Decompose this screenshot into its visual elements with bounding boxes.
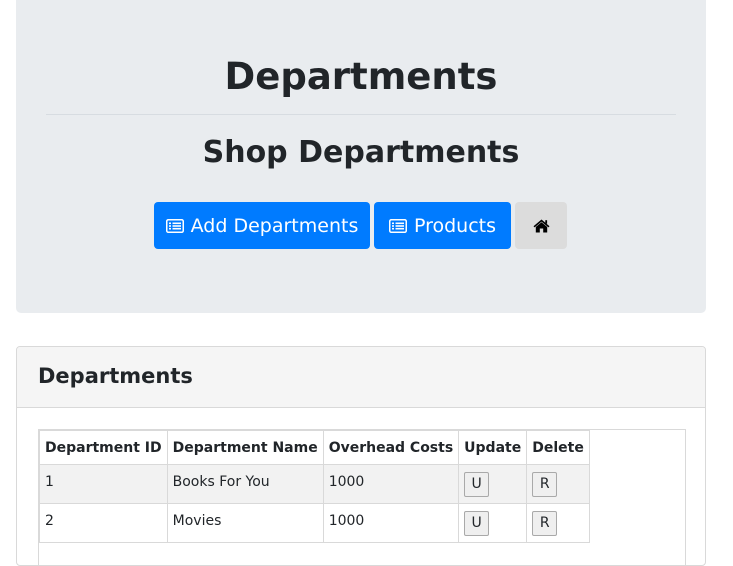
table-row: 1 Books For You 1000 U R	[39, 464, 590, 504]
table-row: 2 Movies 1000 U R	[39, 503, 590, 543]
cell-department-id: 2	[39, 503, 168, 543]
update-button[interactable]: U	[464, 472, 490, 497]
column-header-delete: Delete	[526, 430, 590, 465]
page-subtitle: Shop Departments	[202, 135, 520, 170]
column-header-overhead-costs: Overhead Costs	[322, 430, 460, 465]
update-button[interactable]: U	[464, 511, 490, 536]
card-title: Departments	[38, 364, 193, 388]
home-button[interactable]	[515, 202, 567, 249]
delete-button[interactable]: R	[532, 472, 558, 497]
add-departments-button[interactable]: Add Departments	[154, 202, 370, 249]
cell-delete: R	[526, 503, 590, 543]
cell-overhead-costs: 1000	[322, 464, 460, 504]
delete-button[interactable]: R	[532, 511, 558, 536]
departments-table: Department ID Department Name Overhead C…	[39, 430, 590, 543]
page-title: Departments	[224, 55, 498, 98]
cell-department-name: Books For You	[166, 464, 324, 504]
list-icon	[165, 218, 184, 233]
cell-department-name: Movies	[166, 503, 324, 543]
add-departments-label: Add Departments	[190, 214, 359, 237]
jumbotron: Departments Shop Departments Add Departm…	[16, 0, 706, 313]
products-label: Products	[413, 214, 497, 237]
table-header-row: Department ID Department Name Overhead C…	[39, 430, 590, 465]
column-header-department-name: Department Name	[166, 430, 324, 465]
home-icon	[533, 219, 549, 232]
column-header-update: Update	[458, 430, 528, 465]
card-header: Departments	[17, 347, 705, 408]
list-icon	[388, 218, 407, 233]
products-button[interactable]: Products	[374, 202, 511, 249]
departments-card: Departments Department ID Department Nam…	[16, 346, 706, 566]
cell-update: U	[458, 503, 528, 543]
cell-department-id: 1	[39, 464, 168, 504]
departments-table-container: Department ID Department Name Overhead C…	[38, 429, 686, 565]
column-header-department-id: Department ID	[39, 430, 168, 465]
cell-delete: R	[526, 464, 590, 504]
divider	[46, 114, 676, 115]
cell-overhead-costs: 1000	[322, 503, 460, 543]
cell-update: U	[458, 464, 528, 504]
